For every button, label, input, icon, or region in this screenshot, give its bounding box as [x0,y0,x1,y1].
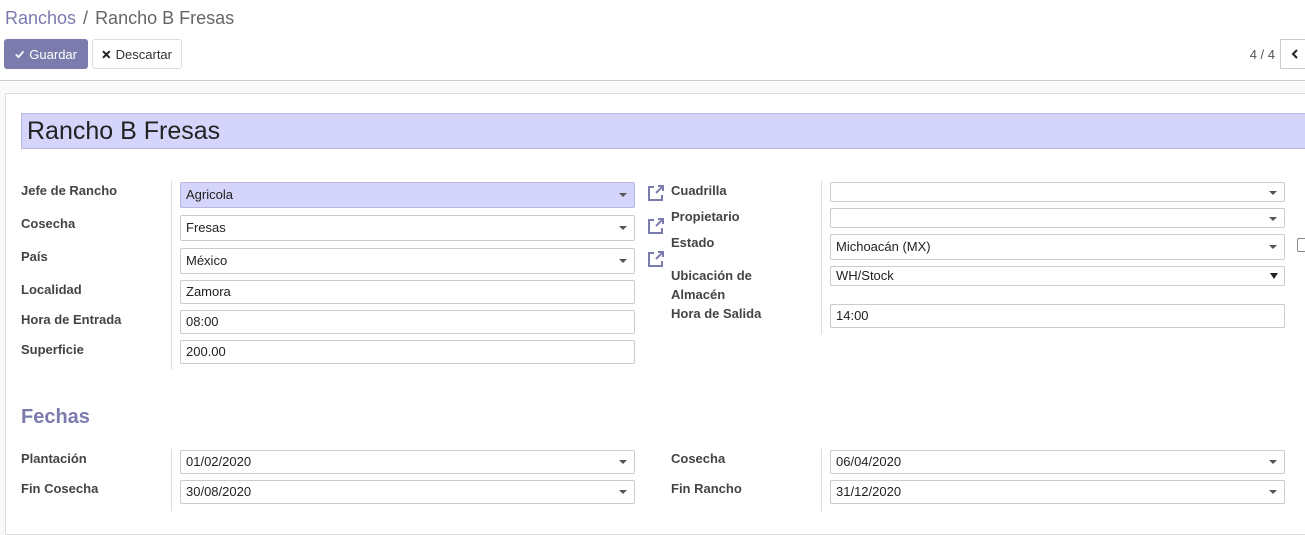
jefe-value: Agricola [186,187,233,202]
fechas-right-separator [821,449,822,511]
chevron-down-icon [619,259,627,263]
chevron-down-icon [1269,245,1277,249]
external-link-icon[interactable] [646,216,666,236]
propietario-select[interactable] [830,208,1285,228]
hora-entrada-input[interactable]: 08:00 [180,310,635,334]
pais-select[interactable]: México [180,248,635,274]
ubicacion-label-line-1: Ubicación de [671,268,752,283]
estado-value: Michoacán (MX) [836,239,931,254]
superficie-input[interactable]: 200.00 [180,340,635,364]
chevron-down-icon [1269,217,1277,221]
fecha-cosecha-label: Cosecha [671,451,726,466]
cuadrilla-select[interactable] [830,182,1285,202]
hora-salida-label: Hora de Salida [671,306,762,321]
fecha-cosecha-value: 06/04/2020 [836,454,902,469]
left-group-separator [171,181,172,370]
hora-entrada-label: Hora de Entrada [21,312,122,327]
jefe-select[interactable]: Agricola [180,182,635,208]
superficie-label: Superficie [21,342,84,357]
chevron-down-icon [1269,460,1277,464]
cosecha-label: Cosecha [21,216,76,231]
discard-button-label: Descartar [115,46,172,62]
fin-cosecha-label: Fin Cosecha [21,481,99,496]
chevron-down-icon [619,226,627,230]
discard-button[interactable]: Descartar [92,39,182,69]
plantacion-date-input[interactable]: 01/02/2020 [180,450,635,474]
cosecha-select[interactable]: Fresas [180,215,635,241]
ubicacion-label-line-2: Almacén [671,287,726,302]
estado-checkbox[interactable] [1297,238,1305,252]
save-button-label: Guardar [29,46,77,62]
fechas-heading: Fechas [21,406,90,428]
chevron-down-icon [619,460,627,464]
estado-label: Estado [671,235,715,250]
chevron-down-icon [619,193,627,197]
fin-cosecha-date-input[interactable]: 30/08/2020 [180,480,635,504]
times-icon [102,49,111,59]
propietario-label: Propietario [671,209,740,224]
chevron-left-icon [1291,49,1298,59]
caret-down-icon [1270,273,1278,279]
save-button[interactable]: Guardar [4,39,88,69]
external-link-icon[interactable] [646,183,666,203]
fin-cosecha-value: 30/08/2020 [186,484,252,499]
cosecha-value: Fresas [186,220,226,235]
external-link-icon[interactable] [646,249,666,269]
ubicacion-value: WH/Stock [836,268,894,283]
pager-value[interactable]: 4 / 4 [1250,47,1275,62]
breadcrumb-separator: / [83,8,89,28]
ubicacion-select[interactable]: WH/Stock [830,266,1285,286]
chevron-down-icon [1269,191,1277,195]
chevron-down-icon [1269,490,1277,494]
chevron-down-icon [619,490,627,494]
fechas-left-separator [171,449,172,511]
pais-value: México [186,253,228,268]
pais-label: País [21,249,48,264]
record-name-field[interactable]: Rancho B Fresas [21,113,1305,149]
localidad-label: Localidad [21,282,82,297]
breadcrumb-current: Rancho B Fresas [95,8,235,28]
cuadrilla-label: Cuadrilla [671,183,727,198]
breadcrumb-parent-link[interactable]: Ranchos [5,8,76,28]
control-panel: Ranchos / Rancho B Fresas Guardar Descarta… [0,0,1305,81]
breadcrumb: Ranchos / Rancho B Fresas [5,8,234,29]
estado-select[interactable]: Michoacán (MX) [830,234,1285,260]
plantacion-value: 01/02/2020 [186,454,252,469]
localidad-input[interactable]: Zamora [180,280,635,304]
hora-salida-input[interactable]: 14:00 [830,304,1285,328]
check-icon [15,50,25,59]
plantacion-label: Plantación [21,451,87,466]
fin-rancho-value: 31/12/2020 [836,484,902,499]
right-group-separator [821,181,822,334]
pager-previous-button[interactable] [1280,39,1305,69]
jefe-label: Jefe de Rancho [21,183,118,198]
fecha-cosecha-date-input[interactable]: 06/04/2020 [830,450,1285,474]
fin-rancho-label: Fin Rancho [671,481,742,496]
fin-rancho-date-input[interactable]: 31/12/2020 [830,480,1285,504]
